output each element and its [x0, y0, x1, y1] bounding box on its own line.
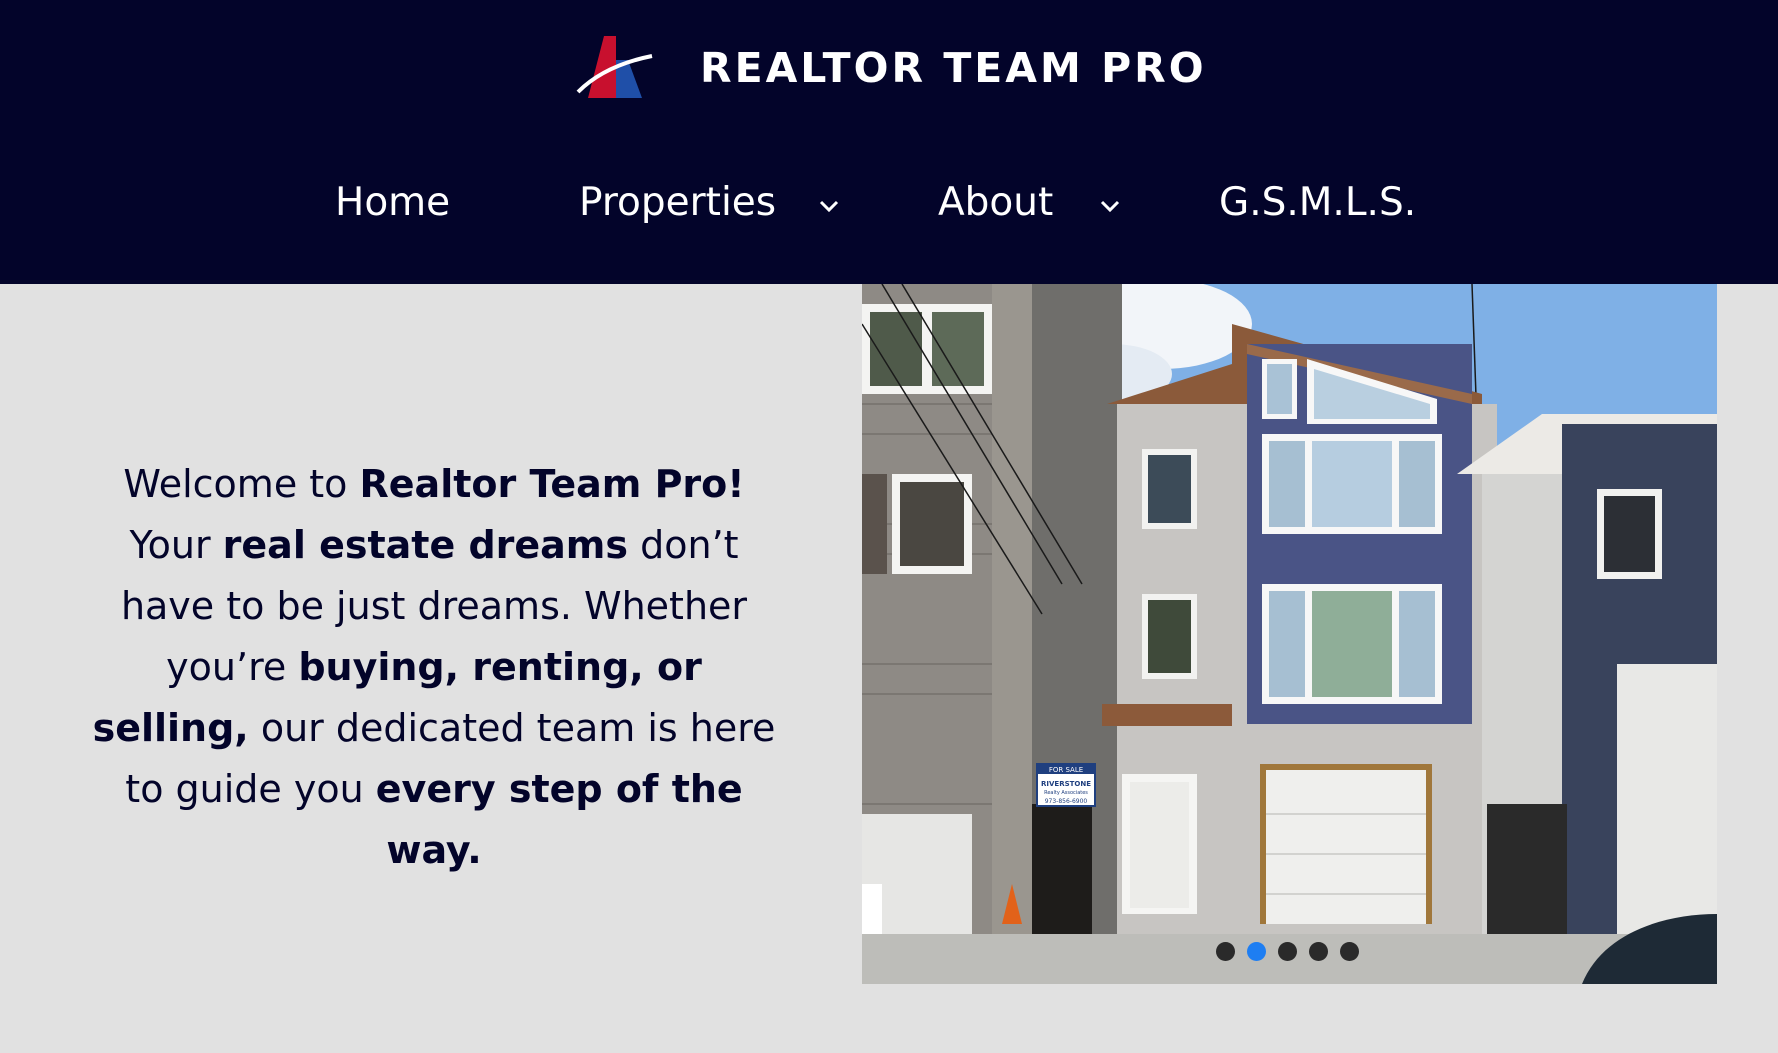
house-photo: FOR SALE RIVERSTONE Realty Associates 97… [862, 284, 1717, 984]
slide-dot-1[interactable] [1216, 942, 1235, 961]
slide-dot-3[interactable] [1278, 942, 1297, 961]
nav-item-properties[interactable]: Properties [579, 180, 776, 225]
brand-highlight: Realtor Team Pro! [359, 462, 745, 506]
your-text: Your [129, 523, 211, 567]
dreams-highlight: real estate dreams [222, 523, 629, 567]
image-slider[interactable]: FOR SALE RIVERSTONE Realty Associates 97… [862, 284, 1717, 984]
realtor-team-pro-logo[interactable] [576, 34, 654, 100]
for-sale-sign-phone: 973-856-6900 [1045, 798, 1088, 805]
welcome-text: Welcome to [123, 462, 360, 506]
every-step-highlight: every step of the way. [375, 767, 743, 872]
nav-item-gsmls[interactable]: G.S.M.L.S. [1219, 180, 1416, 225]
for-sale-sign-label: FOR SALE [1049, 766, 1083, 774]
nav-item-home[interactable]: Home [335, 180, 450, 225]
for-sale-sign-brand: RIVERSTONE [1041, 780, 1091, 788]
slide-dot-5[interactable] [1340, 942, 1359, 961]
for-sale-sign-sub: Realty Associates [1044, 790, 1088, 796]
slide-dot-4[interactable] [1309, 942, 1328, 961]
site-header: REALTOR TEAM PRO Home Properties About G… [0, 0, 1778, 284]
chevron-down-icon[interactable] [818, 198, 840, 214]
nav-item-about[interactable]: About [938, 180, 1053, 225]
welcome-paragraph: Welcome to Realtor Team Pro! Your real e… [82, 454, 786, 881]
chevron-down-icon[interactable] [1099, 198, 1121, 214]
slide-dot-2-active[interactable] [1247, 942, 1266, 961]
site-brand-name[interactable]: REALTOR TEAM PRO [700, 44, 1207, 92]
